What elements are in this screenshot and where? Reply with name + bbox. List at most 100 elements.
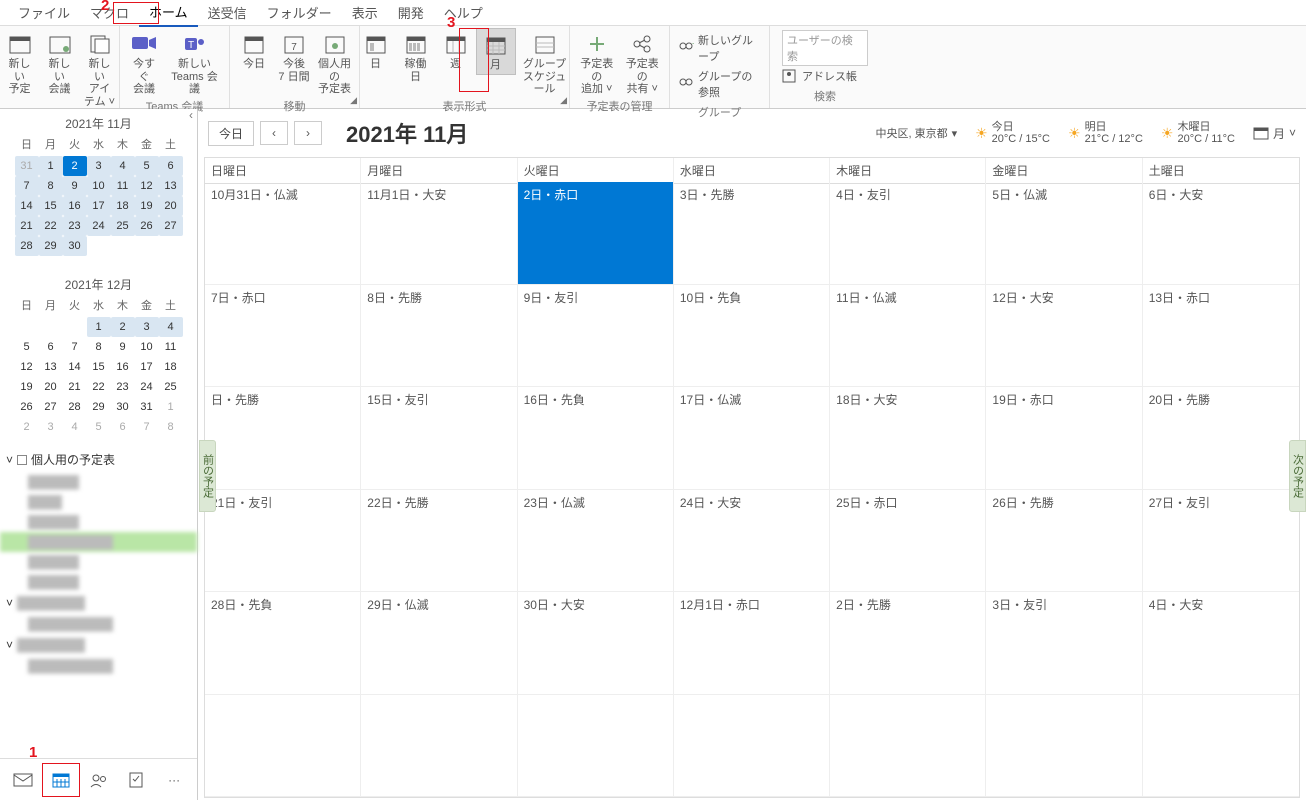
mini-day[interactable]: 17	[135, 357, 159, 377]
calendar-day-cell[interactable]: 5日・仏滅	[986, 182, 1142, 285]
mini-day[interactable]: 4	[63, 417, 87, 437]
mini-day[interactable]: 1	[87, 317, 111, 337]
mini-day[interactable]: 30	[111, 397, 135, 417]
calendar-day-cell[interactable]	[830, 695, 986, 798]
day-view-button[interactable]: 日	[356, 28, 396, 73]
mini-day[interactable]: 23	[63, 216, 87, 236]
next-appointment-tab[interactable]: 次の予定	[1289, 440, 1306, 512]
new-group-button[interactable]: + 新しいグループ	[678, 30, 761, 66]
mini-day[interactable]: 24	[135, 377, 159, 397]
mini-day[interactable]: 12	[15, 357, 39, 377]
mini-day[interactable]: 18	[111, 196, 135, 216]
menu-file[interactable]: ファイル	[8, 0, 80, 26]
menu-help[interactable]: ヘルプ	[434, 0, 493, 26]
mini-day[interactable]: 2	[15, 417, 39, 437]
calendar-day-cell[interactable]: 3日・友引	[986, 592, 1142, 695]
mini-day[interactable]: 11	[159, 337, 183, 357]
mini-day[interactable]: 14	[63, 357, 87, 377]
mini-day[interactable]: 31	[15, 156, 39, 176]
today-button[interactable]: 今日	[234, 28, 274, 73]
mini-day[interactable]: 13	[39, 357, 63, 377]
calendar-folder-item[interactable]: ██████	[0, 512, 197, 532]
calendar-day-cell[interactable]: 26日・先勝	[986, 490, 1142, 593]
mini-day[interactable]: 20	[39, 377, 63, 397]
mini-day[interactable]: 8	[159, 417, 183, 437]
mini-day[interactable]: 4	[111, 156, 135, 176]
meet-now-button[interactable]: 今すぐ 会議	[124, 28, 164, 98]
mini-day[interactable]: 28	[63, 397, 87, 417]
calendar-day-cell[interactable]: 27日・友引	[1143, 490, 1299, 593]
calendar-day-cell[interactable]: 7日・赤口	[205, 285, 361, 388]
calendar-group-header[interactable]: ˅████████	[0, 592, 197, 614]
mini-day[interactable]: 20	[159, 196, 183, 216]
calendar-day-cell[interactable]: 24日・大安	[674, 490, 830, 593]
mini-day[interactable]: 26	[15, 397, 39, 417]
mini-day[interactable]: 5	[15, 337, 39, 357]
calendar-day-cell[interactable]: 3日・先勝	[674, 182, 830, 285]
workweek-view-button[interactable]: 稼働日	[396, 28, 436, 85]
mini-day[interactable]: 29	[87, 397, 111, 417]
mini-day[interactable]: 18	[159, 357, 183, 377]
calendar-folder-item[interactable]: ██████	[0, 472, 197, 492]
mini-day[interactable]: 21	[15, 216, 39, 236]
menu-sendreceive[interactable]: 送受信	[198, 0, 257, 26]
calendar-day-cell[interactable]: 17日・仏滅	[674, 387, 830, 490]
calendar-day-cell[interactable]: 19日・赤口	[986, 387, 1142, 490]
mini-day[interactable]: 1	[39, 156, 63, 176]
prev-month-button[interactable]: ‹	[260, 121, 288, 145]
mini-day[interactable]: 26	[135, 216, 159, 236]
calendar-day-cell[interactable]: 20日・先勝	[1143, 387, 1299, 490]
mini-day[interactable]: 4	[159, 317, 183, 337]
mini-day[interactable]: 3	[135, 317, 159, 337]
calendar-folder-item[interactable]: ██████	[0, 552, 197, 572]
schedule-view-button[interactable]: グループ スケジュール	[516, 28, 574, 98]
new-teams-meeting-button[interactable]: T 新しい Teams 会議	[164, 28, 225, 98]
mini-day[interactable]	[15, 317, 39, 337]
weather-today[interactable]: ☀︎ 今日20°C / 15°C	[975, 121, 1050, 145]
location-picker[interactable]: 中央区, 東京都 ▾	[875, 125, 957, 141]
calendar-day-cell[interactable]: 25日・赤口	[830, 490, 986, 593]
mini-day[interactable]: 24	[87, 216, 111, 236]
calendar-folder-item[interactable]: ██████████	[0, 656, 197, 676]
mini-day[interactable]: 19	[135, 196, 159, 216]
calendar-nav-button[interactable]	[42, 763, 80, 797]
mini-day[interactable]: 7	[135, 417, 159, 437]
personal-calendars-header[interactable]: ˅ 個人用の予定表	[0, 447, 197, 472]
calendar-day-cell[interactable]	[205, 695, 361, 798]
weather-tomorrow[interactable]: ☀︎ 明日21°C / 12°C	[1068, 121, 1143, 145]
mini-day[interactable]: 27	[39, 397, 63, 417]
calendar-day-cell[interactable]: 12日・大安	[986, 285, 1142, 388]
calendar-day-cell[interactable]: 13日・赤口	[1143, 285, 1299, 388]
calendar-day-cell[interactable]: 11日・仏滅	[830, 285, 986, 388]
mini-day[interactable]: 25	[159, 377, 183, 397]
share-calendar-button[interactable]: 予定表の 共有 ˅	[620, 28, 666, 98]
new-appointment-button[interactable]: 新しい 予定	[0, 28, 40, 98]
menu-dev[interactable]: 開発	[388, 0, 434, 26]
mini-day[interactable]: 23	[111, 377, 135, 397]
mini-day[interactable]: 22	[39, 216, 63, 236]
mini-day[interactable]: 6	[111, 417, 135, 437]
calendar-day-cell[interactable]	[986, 695, 1142, 798]
calendar-day-cell[interactable]: 12月1日・赤口	[674, 592, 830, 695]
mini-day[interactable]: 5	[135, 156, 159, 176]
calendar-day-cell[interactable]: 2日・赤口	[518, 182, 674, 285]
mini-day[interactable]: 22	[87, 377, 111, 397]
new-meeting-button[interactable]: 新しい 会議	[40, 28, 80, 98]
menu-folder[interactable]: フォルダー	[257, 0, 342, 26]
mini-day[interactable]: 8	[87, 337, 111, 357]
mini-day[interactable]: 7	[63, 337, 87, 357]
calendar-day-cell[interactable]: 6日・大安	[1143, 182, 1299, 285]
calendar-day-cell[interactable]: 29日・仏滅	[361, 592, 517, 695]
calendar-day-cell[interactable]	[674, 695, 830, 798]
calendar-day-cell[interactable]: 2日・先勝	[830, 592, 986, 695]
mini-day[interactable]: 12	[135, 176, 159, 196]
mail-nav-button[interactable]	[4, 763, 42, 797]
mini-day[interactable]: 25	[111, 216, 135, 236]
mini-day[interactable]: 7	[15, 176, 39, 196]
calendar-day-cell[interactable]: 22日・先勝	[361, 490, 517, 593]
calendar-day-cell[interactable]: 16日・先負	[518, 387, 674, 490]
mini-day[interactable]: 29	[39, 236, 63, 256]
mini-day[interactable]: 5	[87, 417, 111, 437]
mini-day[interactable]: 11	[111, 176, 135, 196]
mini-day[interactable]: 9	[111, 337, 135, 357]
